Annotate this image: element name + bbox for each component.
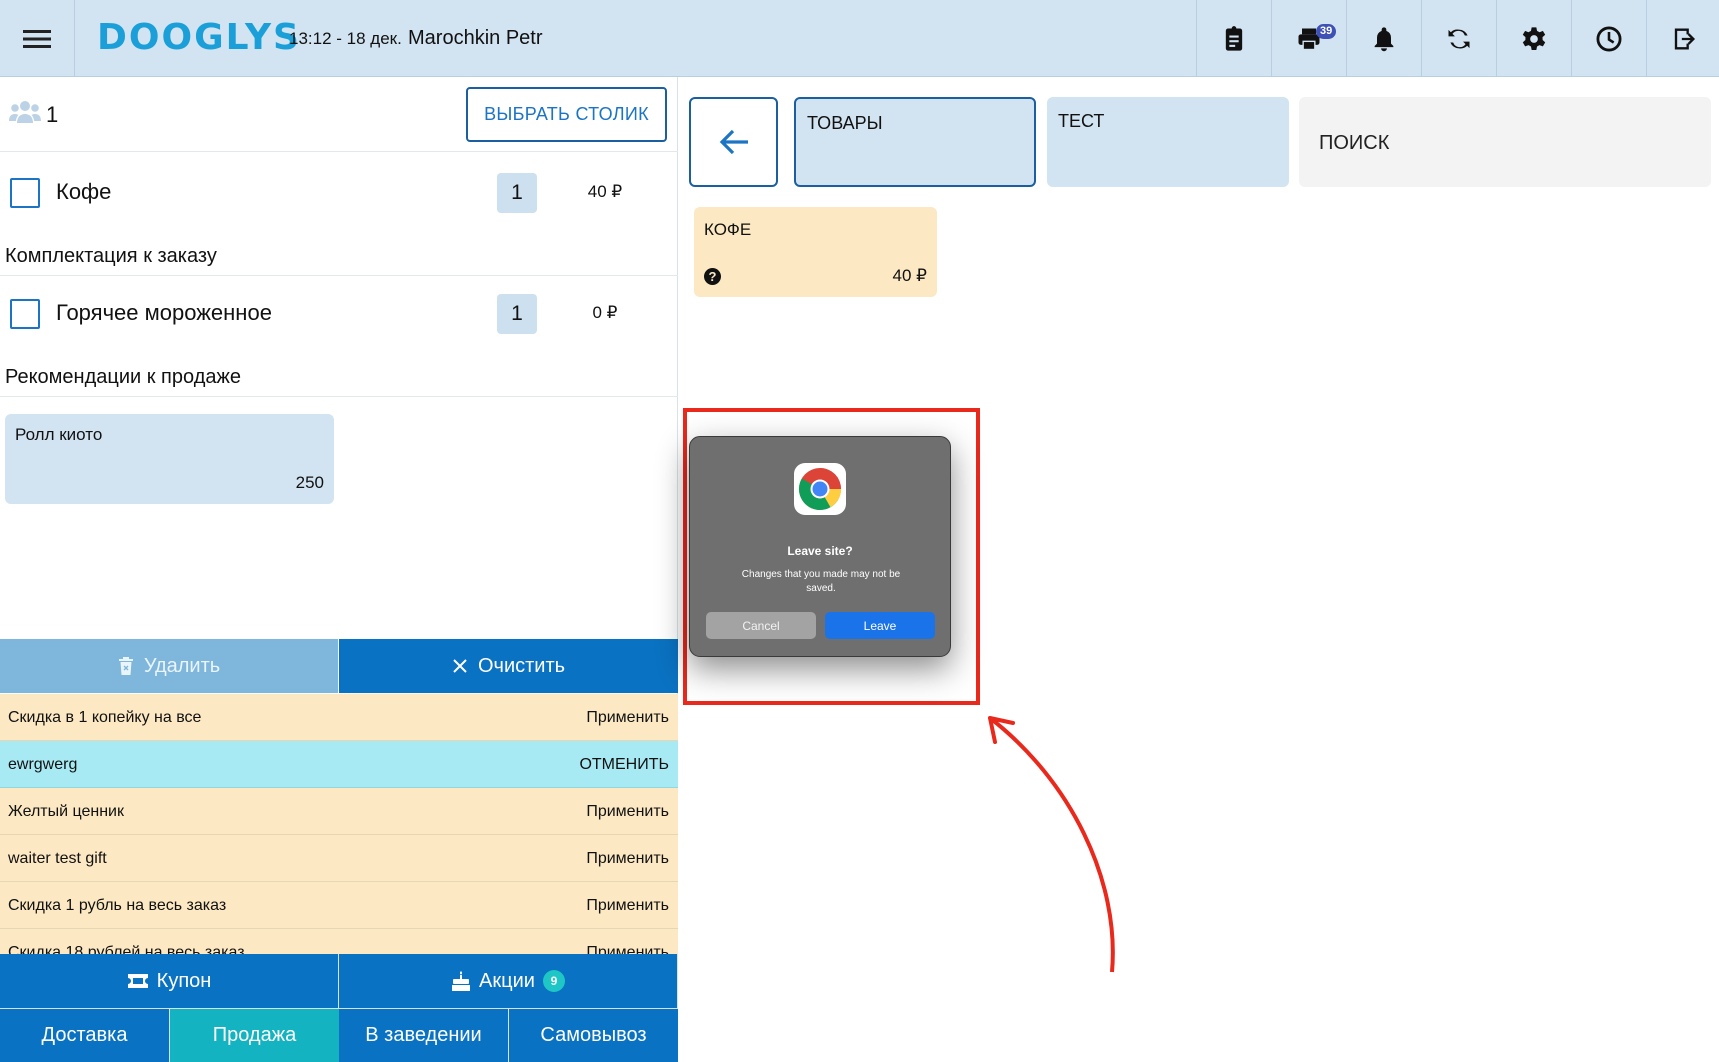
discount-action[interactable]: Применить — [586, 709, 669, 727]
annotation-arrow — [988, 716, 1115, 973]
promo-count-badge: 9 — [542, 970, 565, 992]
sync-icon — [1448, 29, 1470, 48]
logo: DOOGLYS — [97, 17, 301, 58]
discount-row[interactable]: waiter test gift Применить — [0, 835, 678, 882]
delete-label: Удалить — [143, 654, 221, 677]
product-card[interactable]: КОФЕ ? 40 ₽ — [694, 207, 937, 297]
item-price: 0 ₽ — [592, 303, 618, 322]
print-queue-button[interactable]: 39 — [1271, 0, 1346, 77]
guest-count: 1 — [46, 102, 59, 127]
discount-name: waiter test gift — [8, 850, 107, 867]
cake-icon — [452, 971, 471, 991]
question-icon[interactable]: ? — [704, 268, 721, 285]
coupon-button[interactable]: Купон — [0, 954, 339, 1008]
order-item[interactable]: Горячее мороженное 1 0 ₽ — [0, 276, 678, 351]
top-bar: DOOGLYS 13:12 - 18 дек. Marochkin Petr 3… — [0, 0, 1719, 77]
close-icon — [453, 659, 467, 673]
dialog-message: Changes that you made may not be saved. — [741, 569, 901, 594]
clock-icon — [1596, 26, 1622, 51]
guest-row: 1 ВЫБРАТЬ СТОЛИК — [0, 77, 678, 152]
guests-icon — [9, 101, 41, 123]
logout-icon — [1674, 28, 1696, 49]
ticket-icon — [127, 974, 148, 988]
item-name: Кофе — [56, 179, 112, 204]
item-qty[interactable]: 1 — [497, 173, 537, 213]
order-item[interactable]: Кофе 1 40 ₽ — [0, 155, 678, 230]
item-checkbox[interactable] — [10, 178, 40, 208]
orders-button[interactable] — [1196, 0, 1271, 77]
recommendation-card[interactable]: Ролл киото 250 — [5, 414, 334, 504]
discount-name: ewrgwerg — [8, 756, 78, 773]
trash-icon — [118, 657, 133, 675]
item-name: Горячее мороженное — [56, 300, 272, 325]
tab-dine-in[interactable]: В заведении — [339, 1008, 509, 1062]
discount-row[interactable]: Желтый ценник Применить — [0, 788, 678, 835]
print-count-badge: 39 — [1316, 24, 1337, 39]
cancel-button[interactable]: Cancel — [706, 612, 816, 639]
settings-button[interactable] — [1496, 0, 1571, 77]
delete-button[interactable]: Удалить — [0, 639, 338, 693]
clear-label: Очистить — [477, 654, 566, 677]
leave-button[interactable]: Leave — [825, 612, 935, 639]
promo-button[interactable]: Акции 9 — [339, 954, 678, 1008]
sync-button[interactable] — [1421, 0, 1496, 77]
logout-button[interactable] — [1646, 0, 1719, 77]
history-button[interactable] — [1571, 0, 1646, 77]
discount-list[interactable]: Скидка в 1 копейку на все Применить ewrgw… — [0, 694, 678, 954]
search-button[interactable]: ПОИСК — [1299, 97, 1711, 187]
discount-name: Желтый ценник — [8, 803, 124, 820]
current-time: 13:12 - 18 дек. — [289, 29, 402, 48]
item-price: 40 ₽ — [587, 182, 623, 201]
discount-action[interactable]: Применить — [586, 803, 669, 821]
discount-row[interactable]: Скидка 1 рубль на весь заказ Применить — [0, 882, 678, 929]
discount-action[interactable]: Применить — [586, 944, 669, 954]
tab-pickup[interactable]: Самовывоз — [509, 1008, 678, 1062]
discount-action[interactable]: ОТМЕНИТЬ — [579, 756, 669, 774]
discount-action[interactable]: Применить — [586, 850, 669, 868]
promo-label: Акции — [479, 969, 535, 992]
coupon-label: Купон — [156, 969, 212, 992]
clear-button[interactable]: Очистить — [339, 639, 678, 693]
user-name: Marochkin Petr — [408, 27, 543, 49]
section-reco-title: Рекомендации к продаже — [5, 366, 241, 388]
bell-icon — [1374, 26, 1394, 51]
clipboard-icon — [1225, 25, 1243, 51]
product-price: 40 ₽ — [892, 266, 927, 285]
discount-row[interactable]: Скидка 18 рублей на весь заказ Применить — [0, 929, 678, 954]
order-panel: 1 ВЫБРАТЬ СТОЛИК Кофе 1 40 ₽ Комплектаци… — [0, 77, 678, 1062]
discount-row[interactable]: ewrgwerg ОТМЕНИТЬ — [0, 741, 678, 788]
back-button[interactable] — [689, 97, 778, 187]
gear-icon — [1522, 26, 1546, 50]
reco-price: 250 — [295, 473, 324, 492]
category-test[interactable]: ТЕСТ — [1047, 97, 1289, 187]
discount-name: Скидка в 1 копейку на все — [8, 709, 202, 726]
item-checkbox[interactable] — [10, 299, 40, 329]
menu-button[interactable] — [0, 0, 75, 77]
reco-name: Ролл киото — [15, 425, 103, 444]
leave-site-dialog: Leave site? Changes that you made may no… — [689, 436, 951, 657]
section-complect-title: Комплектация к заказу — [5, 245, 217, 267]
hamburger-icon — [23, 29, 51, 48]
discount-row[interactable]: Скидка в 1 копейку на все Применить — [0, 694, 678, 741]
tab-sale[interactable]: Продажа — [170, 1008, 340, 1062]
discount-name: Скидка 18 рублей на весь заказ — [8, 944, 245, 954]
product-name: КОФЕ — [704, 220, 752, 239]
notifications-button[interactable] — [1346, 0, 1421, 77]
tab-delivery[interactable]: Доставка — [0, 1008, 170, 1062]
chrome-icon — [794, 463, 846, 515]
discount-name: Скидка 1 рубль на весь заказ — [8, 897, 227, 914]
divider — [0, 396, 678, 397]
category-goods[interactable]: ТОВАРЫ — [794, 97, 1036, 187]
arrow-left-icon — [719, 129, 748, 155]
discount-action[interactable]: Применить — [586, 897, 669, 915]
choose-table-button[interactable]: ВЫБРАТЬ СТОЛИК — [466, 87, 667, 142]
item-qty[interactable]: 1 — [497, 294, 537, 334]
dialog-title: Leave site? — [787, 544, 853, 558]
